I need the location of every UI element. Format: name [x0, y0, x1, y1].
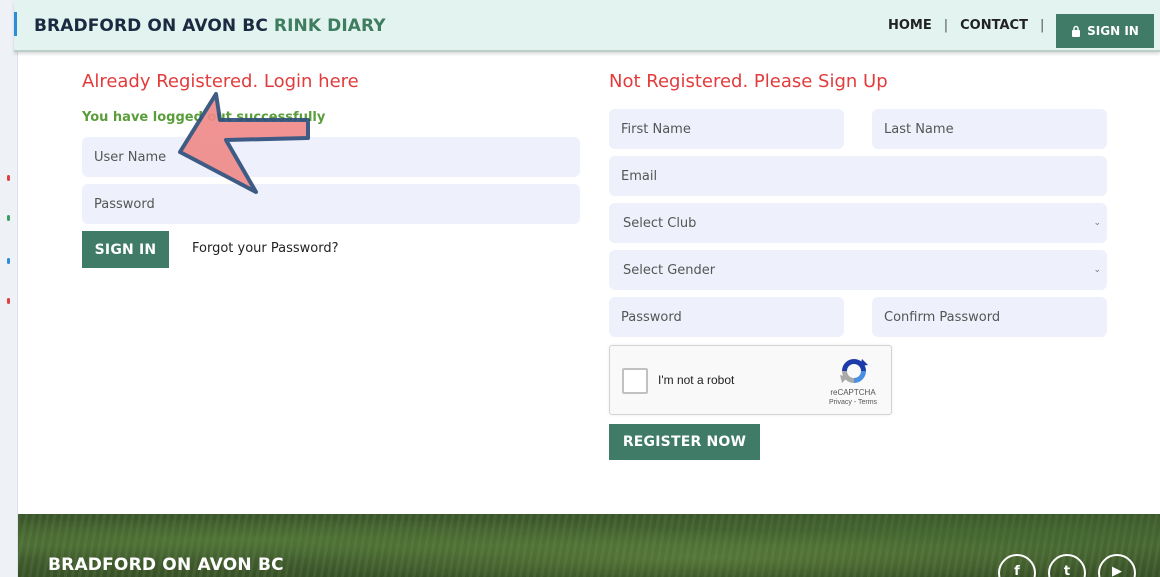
header-signin-label: SIGN IN	[1087, 24, 1139, 38]
login-password-input[interactable]	[82, 184, 580, 224]
nav-separator: |	[1039, 18, 1045, 33]
gender-select[interactable]: Select Gender ⌄	[609, 250, 1107, 290]
club-select[interactable]: Select Club ⌄	[609, 203, 1107, 243]
register-now-button[interactable]: REGISTER NOW	[609, 424, 760, 460]
signin-button[interactable]: SIGN IN	[82, 231, 169, 268]
main-nav: HOME | CONTACT |	[888, 18, 1056, 33]
site-footer: BRADFORD ON AVON BC f t ▶	[18, 514, 1160, 577]
gender-select-value: Select Gender	[623, 262, 716, 278]
brand-accent: RINK DIARY	[273, 16, 386, 36]
chevron-down-icon: ⌄	[1093, 218, 1101, 228]
facebook-glyph: f	[1014, 564, 1020, 577]
header-accent-bar	[14, 12, 17, 36]
club-select-value: Select Club	[623, 215, 697, 231]
brand-primary: BRADFORD ON AVON BC	[34, 16, 268, 36]
last-name-input[interactable]	[872, 109, 1107, 149]
register-password-input[interactable]	[609, 297, 844, 337]
recaptcha-privacy-terms[interactable]: Privacy - Terms	[822, 399, 884, 406]
nav-contact[interactable]: CONTACT	[960, 18, 1028, 33]
twitter-glyph: t	[1063, 564, 1071, 577]
edge-marker	[7, 175, 10, 181]
email-input[interactable]	[609, 156, 1107, 196]
site-header: BRADFORD ON AVON BC RINK DIARY HOME | CO…	[14, 0, 1160, 52]
forgot-password-link[interactable]: Forgot your Password?	[192, 241, 339, 256]
facebook-icon[interactable]: f	[998, 554, 1036, 577]
browser-edge	[0, 0, 18, 577]
recaptcha-brand: reCAPTCHA	[830, 388, 876, 397]
lock-icon	[1072, 25, 1081, 37]
recaptcha-checkbox[interactable]	[622, 368, 648, 394]
nav-home[interactable]: HOME	[888, 18, 932, 33]
recaptcha-label: I'm not a robot	[658, 373, 735, 387]
edge-marker	[7, 258, 10, 264]
edge-marker	[7, 298, 10, 304]
header-signin-button[interactable]: SIGN IN	[1056, 14, 1154, 48]
edge-marker	[7, 215, 10, 221]
recaptcha-widget: I'm not a robot reCAPTCHA Privacy - Term…	[609, 345, 892, 415]
youtube-glyph: ▶	[1112, 564, 1122, 577]
footer-brand: BRADFORD ON AVON BC	[48, 555, 284, 575]
site-brand[interactable]: BRADFORD ON AVON BC RINK DIARY	[34, 16, 386, 36]
username-input[interactable]	[82, 137, 580, 177]
confirm-password-input[interactable]	[872, 297, 1107, 337]
annotation-arrow-icon	[178, 92, 310, 194]
recaptcha-logo-icon	[840, 359, 868, 383]
youtube-icon[interactable]: ▶	[1098, 554, 1136, 577]
register-heading: Not Registered. Please Sign Up	[609, 71, 888, 92]
chevron-down-icon: ⌄	[1093, 265, 1101, 275]
nav-separator: |	[943, 18, 949, 33]
first-name-input[interactable]	[609, 109, 844, 149]
twitter-icon[interactable]: t	[1048, 554, 1086, 577]
